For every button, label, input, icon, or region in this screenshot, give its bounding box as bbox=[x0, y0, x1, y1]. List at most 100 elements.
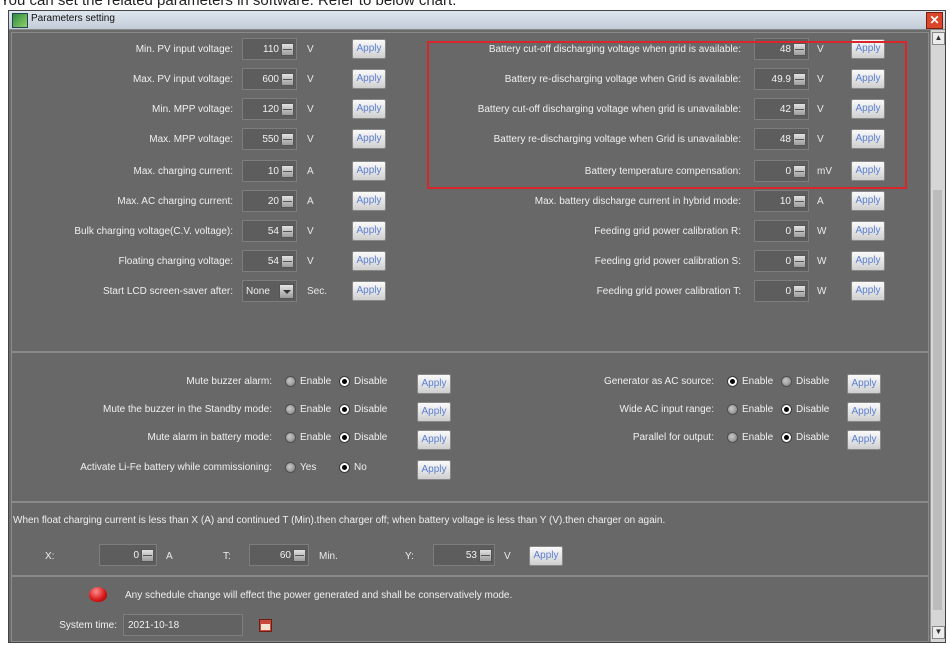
left-param-label: Bulk charging voltage(C.V. voltage): bbox=[74, 226, 233, 237]
radio-label[interactable]: Disable bbox=[354, 376, 387, 387]
t-minutes-spinner[interactable]: 60 bbox=[249, 544, 309, 566]
left-param-spinner[interactable]: 10 bbox=[242, 160, 297, 182]
selected-disable-radio[interactable] bbox=[781, 432, 792, 443]
left-apply-button[interactable]: Apply bbox=[352, 281, 386, 301]
enable-radio[interactable] bbox=[727, 432, 738, 443]
spinner-arrows-icon[interactable] bbox=[479, 549, 492, 562]
right-apply-button[interactable]: Apply bbox=[851, 191, 885, 211]
yes-radio[interactable] bbox=[285, 462, 296, 473]
radio-label[interactable]: No bbox=[354, 462, 367, 473]
right-param-label: Feeding grid power calibration S: bbox=[594, 256, 741, 267]
left-param-spinner[interactable]: 110 bbox=[242, 38, 297, 60]
t-unit: Min. bbox=[319, 551, 338, 562]
calendar-icon[interactable] bbox=[259, 619, 272, 632]
left-param-spinner[interactable]: 20 bbox=[242, 190, 297, 212]
y-voltage-spinner[interactable]: 53 bbox=[433, 544, 495, 566]
selected-disable-radio[interactable] bbox=[339, 376, 350, 387]
right-param-spinner[interactable]: 0 bbox=[754, 250, 809, 272]
left-apply-button[interactable]: Apply bbox=[352, 99, 386, 119]
radio-label[interactable]: Disable bbox=[796, 432, 829, 443]
selected-disable-radio[interactable] bbox=[339, 404, 350, 415]
selected-disable-radio[interactable] bbox=[781, 404, 792, 415]
spinner-arrows-icon[interactable] bbox=[141, 549, 154, 562]
left-apply-button[interactable]: Apply bbox=[352, 221, 386, 241]
right-param-spinner[interactable]: 0 bbox=[754, 220, 809, 242]
radio-label[interactable]: Disable bbox=[354, 404, 387, 415]
option-label: Parallel for output: bbox=[632, 432, 714, 443]
spinner-arrows-icon[interactable] bbox=[281, 165, 294, 178]
spinner-arrows-icon[interactable] bbox=[281, 133, 294, 146]
spinner-arrows-icon[interactable] bbox=[293, 549, 306, 562]
spinner-arrows-icon[interactable] bbox=[281, 103, 294, 116]
close-button[interactable]: ✕ bbox=[926, 12, 943, 29]
right-param-spinner[interactable]: 10 bbox=[754, 190, 809, 212]
left-apply-button[interactable]: Apply bbox=[352, 191, 386, 211]
radio-label[interactable]: Disable bbox=[796, 404, 829, 415]
spinner-arrows-icon[interactable] bbox=[281, 43, 294, 56]
scroll-up-icon[interactable]: ▲ bbox=[932, 32, 945, 45]
left-param-label: Min. PV input voltage: bbox=[135, 44, 233, 55]
vertical-scrollbar[interactable]: ▲ ▼ bbox=[930, 30, 945, 642]
option-apply-button[interactable]: Apply bbox=[417, 460, 451, 480]
radio-label[interactable]: Disable bbox=[354, 432, 387, 443]
radio-label[interactable]: Disable bbox=[796, 376, 829, 387]
left-apply-button[interactable]: Apply bbox=[352, 69, 386, 89]
enable-radio[interactable] bbox=[285, 376, 296, 387]
param-value: None bbox=[246, 286, 270, 297]
left-param-spinner[interactable]: 54 bbox=[242, 250, 297, 272]
left-apply-button[interactable]: Apply bbox=[352, 251, 386, 271]
spinner-arrows-icon[interactable] bbox=[793, 255, 806, 268]
left-param-spinner[interactable]: 600 bbox=[242, 68, 297, 90]
charger-apply-button[interactable]: Apply bbox=[529, 546, 563, 566]
spinner-arrows-icon[interactable] bbox=[281, 255, 294, 268]
spinner-arrows-icon[interactable] bbox=[793, 195, 806, 208]
radio-label[interactable]: Enable bbox=[300, 376, 331, 387]
spinner-arrows-icon[interactable] bbox=[281, 225, 294, 238]
spinner-arrows-icon[interactable] bbox=[281, 195, 294, 208]
disable-radio[interactable] bbox=[781, 376, 792, 387]
dropdown-arrow-icon[interactable] bbox=[279, 284, 294, 299]
spinner-arrows-icon[interactable] bbox=[793, 285, 806, 298]
x-current-spinner[interactable]: 0 bbox=[99, 544, 157, 566]
left-param-spinner[interactable]: 54 bbox=[242, 220, 297, 242]
left-param-label: Max. PV input voltage: bbox=[132, 74, 233, 85]
x-label: X: bbox=[45, 551, 55, 562]
warning-light-icon bbox=[89, 587, 107, 602]
spinner-arrows-icon[interactable] bbox=[281, 73, 294, 86]
left-param-spinner[interactable]: 120 bbox=[242, 98, 297, 120]
param-unit: A bbox=[817, 196, 824, 207]
right-apply-button[interactable]: Apply bbox=[851, 251, 885, 271]
enable-radio[interactable] bbox=[285, 404, 296, 415]
option-label: Mute the buzzer in the Standby mode: bbox=[103, 404, 272, 415]
selected-enable-radio[interactable] bbox=[727, 376, 738, 387]
radio-label[interactable]: Enable bbox=[742, 432, 773, 443]
right-param-spinner[interactable]: 0 bbox=[754, 280, 809, 302]
enable-radio[interactable] bbox=[727, 404, 738, 415]
left-apply-button[interactable]: Apply bbox=[352, 39, 386, 59]
radio-label[interactable]: Yes bbox=[300, 462, 316, 473]
param-value: 54 bbox=[267, 256, 279, 267]
selected-disable-radio[interactable] bbox=[339, 432, 350, 443]
radio-label[interactable]: Enable bbox=[300, 404, 331, 415]
selected-no-radio[interactable] bbox=[339, 462, 350, 473]
option-apply-button[interactable]: Apply bbox=[847, 402, 881, 422]
screen-saver-select[interactable]: None bbox=[242, 280, 297, 302]
option-apply-button[interactable]: Apply bbox=[847, 430, 881, 450]
radio-label[interactable]: Enable bbox=[742, 376, 773, 387]
scroll-thumb[interactable] bbox=[933, 190, 942, 610]
option-label: Mute buzzer alarm: bbox=[186, 376, 272, 387]
spinner-arrows-icon[interactable] bbox=[793, 225, 806, 238]
scroll-down-icon[interactable]: ▼ bbox=[932, 626, 945, 639]
radio-label[interactable]: Enable bbox=[300, 432, 331, 443]
radio-label[interactable]: Enable bbox=[742, 404, 773, 415]
left-apply-button[interactable]: Apply bbox=[352, 161, 386, 181]
right-apply-button[interactable]: Apply bbox=[851, 281, 885, 301]
param-value: 0 bbox=[785, 286, 791, 297]
system-time-label: System time: bbox=[59, 620, 117, 631]
enable-radio[interactable] bbox=[285, 432, 296, 443]
option-apply-button[interactable]: Apply bbox=[847, 374, 881, 394]
system-time-field[interactable]: 2021-10-18 bbox=[123, 614, 243, 636]
left-param-spinner[interactable]: 550 bbox=[242, 128, 297, 150]
right-apply-button[interactable]: Apply bbox=[851, 221, 885, 241]
left-apply-button[interactable]: Apply bbox=[352, 129, 386, 149]
